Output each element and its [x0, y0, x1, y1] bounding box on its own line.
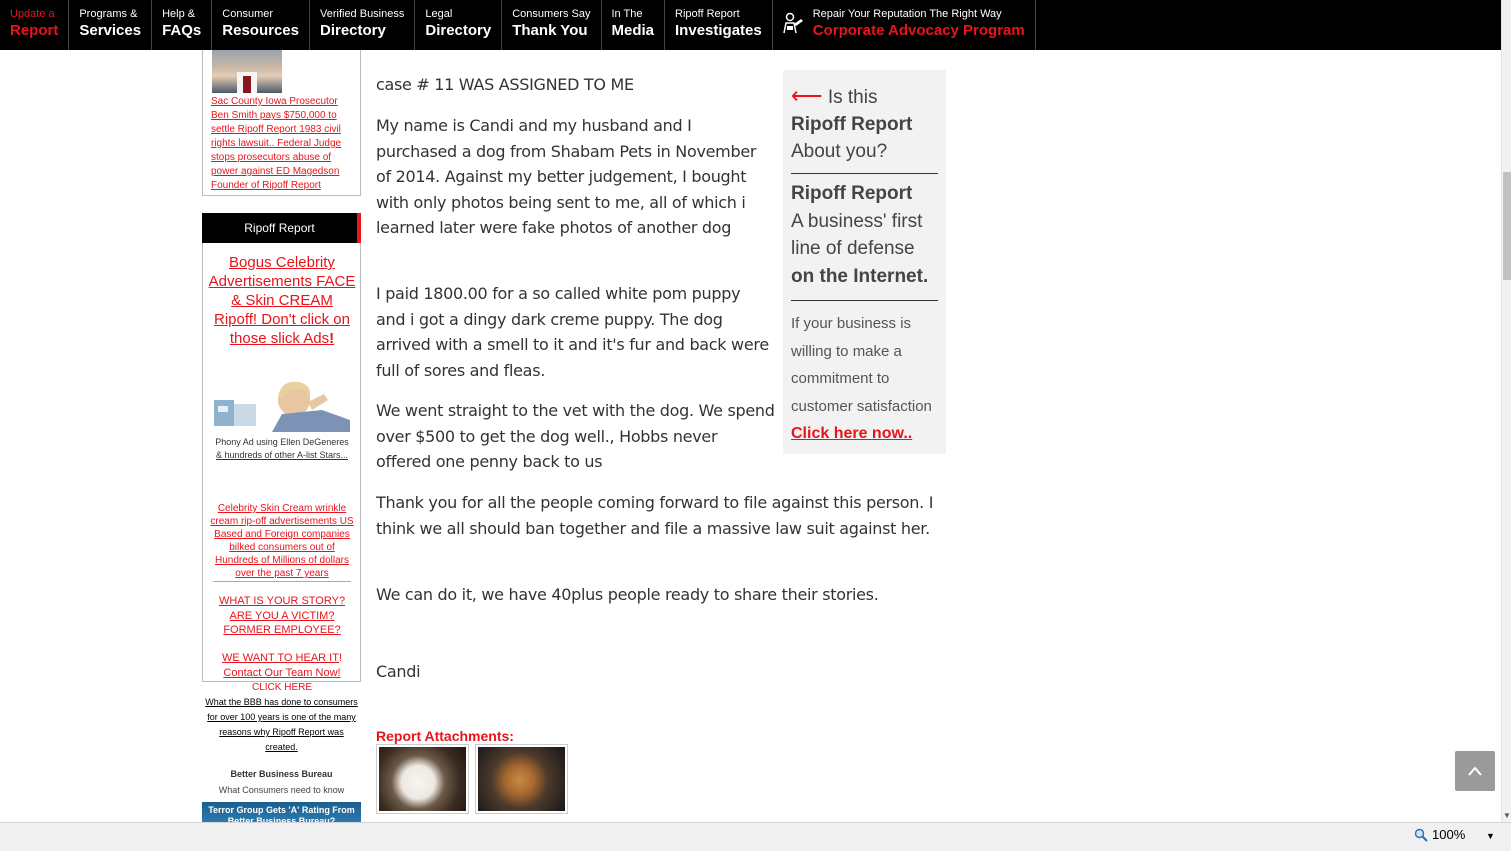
phony-ad-caption: Phony Ad using Ellen DeGeneres & hundred…	[208, 436, 356, 462]
bogus-celebrity-ads-link[interactable]: Bogus Celebrity Advertisements FACE & Sk…	[208, 253, 356, 348]
nav-update-report[interactable]: Update a Report	[0, 0, 70, 50]
nav-corporate-advocacy[interactable]: Repair Your Reputation The Right Way Cor…	[773, 0, 1036, 50]
prosecutor-lawsuit-link[interactable]: Sac County Iowa Prosecutor Ben Smith pay…	[211, 95, 356, 193]
scrollbar-thumb[interactable]	[1503, 172, 1511, 280]
nav-small-label: Update a	[10, 8, 55, 20]
nav-big-label: Thank You	[512, 22, 588, 39]
ad-brand: Ripoff Report	[791, 114, 913, 135]
nav-big-label: Services	[79, 22, 142, 39]
attachment-thumbnail[interactable]	[475, 744, 568, 814]
phony-caption-line: Phony Ad using Ellen DeGeneres	[215, 437, 349, 447]
nav-big-label: Resources	[222, 22, 299, 39]
nav-small-label: Ripoff Report	[675, 8, 740, 20]
divider	[791, 173, 938, 174]
contact-team-link[interactable]: Contact Our Team Now!	[223, 667, 340, 679]
nav-big-label: Corporate Advocacy Program	[812, 22, 1025, 39]
nav-small-label: Repair Your Reputation The Right Way	[812, 8, 1002, 20]
bbb-subtitle: What Consumers need to know	[218, 785, 345, 795]
left-sidebar: Sac County Iowa Prosecutor Ben Smith pay…	[202, 50, 361, 822]
bogus-link-bang: !	[329, 330, 335, 347]
zoom-dropdown-icon[interactable]: ▼	[1486, 831, 1495, 841]
nav-small-label: In The	[611, 8, 643, 20]
phony-caption-link[interactable]: & hundreds of other A-list Stars...	[208, 449, 356, 462]
magnifier-icon	[1414, 828, 1428, 842]
nav-thank-you[interactable]: Consumers Say Thank You	[502, 0, 602, 50]
nav-verified-business-directory[interactable]: Verified Business Directory	[310, 0, 416, 50]
about-you-ad-box: ⟵ Is this Ripoff Report About you? Ripof…	[783, 70, 946, 454]
ad-about-you: About you?	[791, 141, 888, 162]
nav-small-label: Verified Business	[319, 8, 405, 20]
phony-ad-image[interactable]	[212, 376, 350, 432]
nav-consumer-resources[interactable]: Consumer Resources	[212, 0, 310, 50]
ad-willing-block: If your business is willing to make a co…	[791, 310, 941, 448]
browser-viewport: Update a Report Programs & Services Help…	[0, 0, 1511, 822]
ad-is-this: Is this	[822, 87, 878, 108]
nav-big-label: Media	[611, 22, 655, 39]
scroll-down-icon[interactable]: ▼	[1503, 811, 1511, 820]
nav-small-label: Consumers Say	[512, 8, 591, 20]
ad-willing-text: If your business is willing to make a co…	[791, 315, 932, 415]
ad-click-here-link[interactable]: Click here now..	[791, 425, 912, 442]
nav-big-label: FAQs	[162, 22, 202, 39]
ad-brand-2: Ripoff Report	[791, 183, 913, 204]
click-here-link[interactable]: CLICK HERE	[252, 682, 312, 693]
case-line: case # 11 WAS ASSIGNED TO ME	[376, 75, 634, 94]
nav-big-label: Directory	[319, 22, 386, 39]
report-paragraph: We went straight to the vet with the dog…	[376, 401, 775, 471]
hear-it-link[interactable]: WE WANT TO HEAR IT	[222, 652, 339, 664]
back-to-top-button[interactable]	[1455, 751, 1495, 791]
nav-small-label: Programs &	[79, 8, 138, 20]
vertical-scrollbar[interactable]: ▼	[1501, 0, 1511, 822]
left-arrow-icon: ⟵	[791, 83, 823, 108]
terror-group-banner[interactable]: Terror Group Gets 'A' Rating From Better…	[202, 802, 361, 822]
nav-big-label: Directory	[425, 22, 492, 39]
report-paragraph: I paid 1800.00 for a so called white pom…	[376, 284, 769, 380]
zoom-level: 100%	[1432, 827, 1466, 842]
nav-investigates[interactable]: Ripoff Report Investigates	[665, 0, 773, 50]
ad-is-this-block: ⟵ Is this Ripoff Report About you?	[791, 82, 941, 165]
prosecutor-box: Sac County Iowa Prosecutor Ben Smith pay…	[202, 50, 361, 196]
ad-defense-text: A business' first line of defense	[791, 210, 923, 260]
nav-small-label: Legal	[425, 8, 453, 20]
top-navigation: Update a Report Programs & Services Help…	[0, 0, 1501, 50]
ad-defense-block: Ripoff Report A business' first line of …	[791, 180, 941, 290]
divider	[791, 300, 938, 301]
advocate-icon	[782, 12, 803, 34]
report-paragraph: My name is Candi and my husband and I pu…	[376, 116, 757, 237]
nav-in-the-media[interactable]: In The Media	[602, 0, 666, 50]
nav-big-label: Report	[10, 22, 59, 39]
attachment-thumbnail[interactable]	[376, 744, 469, 814]
bbb-title: Better Business Bureau	[230, 769, 333, 779]
hear-it-bang: !	[338, 652, 342, 664]
nav-help-faqs[interactable]: Help & FAQs	[152, 0, 213, 50]
divider	[213, 581, 351, 582]
nav-small-label: Consumer	[222, 8, 274, 20]
report-paragraph: Thank you for all the people coming forw…	[376, 493, 934, 538]
chevron-up-icon	[1468, 766, 1482, 776]
zoom-control[interactable]: 100%	[1414, 827, 1465, 842]
celebrity-skin-cream-link[interactable]: Celebrity Skin Cream wrinkle cream rip-o…	[208, 502, 356, 580]
ripoff-report-box: Bogus Celebrity Advertisements FACE & Sk…	[202, 243, 361, 693]
what-is-your-story-link[interactable]: WHAT IS YOUR STORY? ARE YOU A VICTIM? FO…	[208, 594, 356, 638]
hear-it-block: WE WANT TO HEAR IT! Contact Our Team Now…	[208, 651, 356, 696]
nav-big-label: Investigates	[675, 22, 762, 39]
nav-small-label: Help &	[162, 8, 196, 20]
ripoff-report-header: Ripoff Report	[202, 213, 361, 243]
browser-status-bar: 100% ▼	[0, 822, 1511, 851]
ad-defense-bold: on the Internet.	[791, 265, 929, 287]
nav-legal-directory[interactable]: Legal Directory	[415, 0, 503, 50]
bbb-history-link[interactable]: What the BBB has done to consumers for o…	[202, 695, 361, 755]
report-paragraph: We can do it, we have 40plus people read…	[376, 585, 879, 604]
nav-programs-services[interactable]: Programs & Services	[69, 0, 153, 50]
report-signature: Candi	[376, 662, 421, 681]
prosecutor-photo[interactable]	[212, 50, 282, 93]
